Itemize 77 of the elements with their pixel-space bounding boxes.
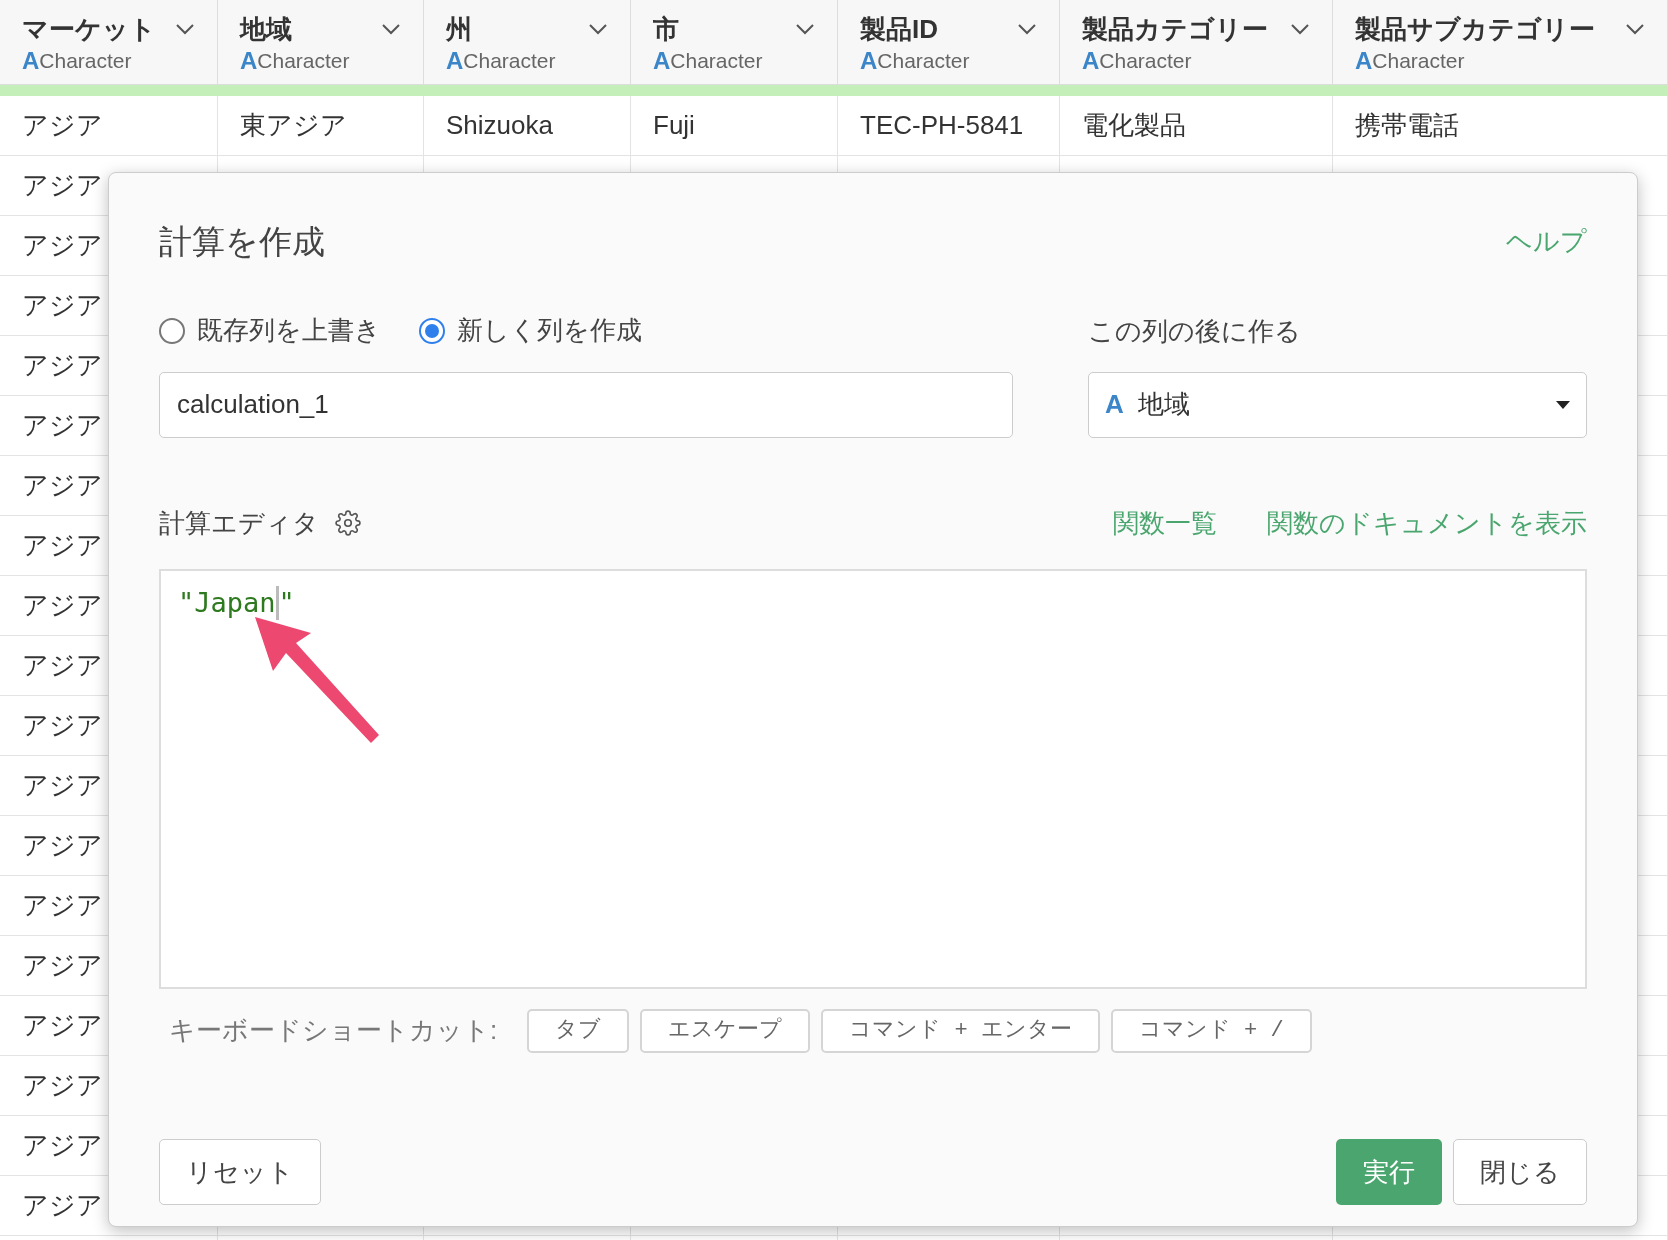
chevron-down-icon[interactable] (588, 23, 608, 35)
shortcut-key: タブ (527, 1008, 630, 1053)
type-mark: A (1355, 46, 1373, 76)
column-name: 製品ID (860, 13, 938, 46)
table-cell-text: アジア (22, 289, 103, 322)
table-cell-text: TEC-PH-5841 (860, 109, 1024, 142)
column-name: 製品カテゴリー (1082, 13, 1268, 46)
table-cell-text: アジア (22, 409, 103, 442)
code-text: "Japan" (178, 584, 295, 622)
column-type: Character (39, 48, 132, 74)
type-mark: A (240, 46, 258, 76)
column-type: Character (1099, 48, 1192, 74)
type-mark: A (446, 46, 464, 76)
table-cell-text: アジア (22, 1189, 103, 1222)
type-mark: A (1082, 46, 1100, 76)
function-link[interactable]: 関数一覧 (1113, 503, 1217, 543)
table-cell-text: アジア (22, 649, 103, 682)
table-cell-text: アジア (22, 829, 103, 862)
table-cell-text: アジア (22, 169, 103, 202)
column-name: マーケット (22, 13, 156, 46)
type-mark: A (653, 46, 671, 76)
table-cell-text: アジア (22, 769, 103, 802)
shortcut-key: コマンド + / (1110, 1008, 1312, 1053)
dialog-title: 計算を作成 (159, 222, 325, 262)
table-cell-text: アジア (22, 949, 103, 982)
table-cell-text: アジア (22, 709, 103, 742)
table-cell-text: アジア (22, 229, 103, 262)
shortcuts-label: キーボードショートカット: (169, 1014, 498, 1047)
table-cell-text: アジア (22, 589, 103, 622)
position-select[interactable]: A 地域 (1088, 371, 1587, 438)
table-cell-text: アジア (22, 349, 103, 382)
run-button[interactable]: 実行 (1336, 1139, 1442, 1205)
help-link[interactable]: ヘルプ (1506, 222, 1587, 262)
table-cell-text: アジア (22, 529, 103, 562)
table-cell-text: アジア (22, 109, 103, 142)
editor-label: 計算エディタ (159, 506, 319, 540)
table-cell-text: アジア (22, 1129, 103, 1162)
function-link[interactable]: 関数のドキュメントを表示 (1267, 503, 1587, 543)
column-type: Character (257, 48, 350, 74)
table-cell-text: 電化製品 (1082, 109, 1186, 142)
column-name-field[interactable]: calculation_1 (159, 371, 1013, 438)
type-mark: A (22, 46, 40, 76)
code-editor[interactable]: "Japan" (159, 568, 1587, 989)
column-name: 州 (446, 13, 472, 46)
caret-icon (1556, 400, 1570, 409)
chevron-down-icon[interactable] (1017, 23, 1037, 35)
column-name: 市 (653, 13, 679, 46)
column-type: Character (877, 48, 970, 74)
column-type: Character (1372, 48, 1465, 74)
table-cell-text: 携帯電話 (1355, 109, 1459, 142)
radio-button[interactable] (419, 317, 445, 344)
column-type: Character (463, 48, 556, 74)
chevron-down-icon[interactable] (381, 23, 401, 35)
reset-button[interactable]: リセット (159, 1139, 321, 1205)
table-cell-text: 東アジア (240, 109, 347, 142)
shortcut-key: コマンド + エンター (821, 1008, 1100, 1053)
close-button[interactable]: 閉じる (1453, 1139, 1587, 1205)
column-name: 製品サブカテゴリー (1355, 13, 1595, 46)
table-cell-text: アジア (22, 1009, 103, 1042)
table-cell-text: アジア (22, 889, 103, 922)
table-cell-text: Shizuoka (446, 109, 553, 142)
column-type: Character (670, 48, 763, 74)
radio-label: 新しく列を作成 (457, 314, 642, 347)
shortcut-key: エスケープ (640, 1008, 811, 1053)
chevron-down-icon[interactable] (1290, 23, 1310, 35)
table-cell-text: Fuji (653, 109, 695, 142)
radio-label: 既存列を上書き (197, 314, 381, 347)
table-cell-text: アジア (22, 469, 103, 502)
chevron-down-icon[interactable] (175, 23, 195, 35)
table-cell-text: アジア (22, 1069, 103, 1102)
type-mark: A (860, 46, 878, 76)
column-name: 地域 (240, 13, 292, 46)
position-label: この列の後に作る (1088, 314, 1302, 348)
chevron-down-icon[interactable] (795, 23, 815, 35)
settings-icon[interactable] (335, 510, 361, 536)
chevron-down-icon[interactable] (1625, 23, 1645, 35)
radio-button[interactable] (159, 317, 185, 344)
